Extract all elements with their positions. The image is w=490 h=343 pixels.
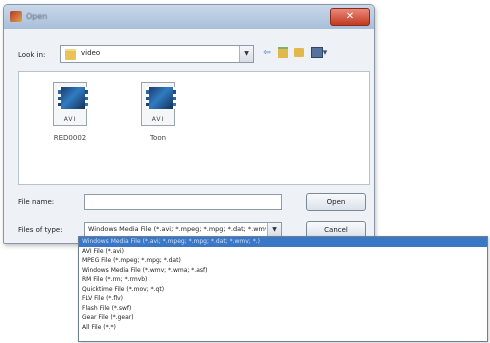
file-item[interactable]: AVI RED0002	[35, 82, 105, 142]
dropdown-option[interactable]: Windows Media File (*.wmv; *.wma; *.asf)	[79, 266, 487, 276]
back-icon[interactable]: ⇦	[260, 46, 274, 60]
dialog-body: Look in: video ▼ ⇦ ▾ AVI RED0002 AVI Too…	[4, 29, 374, 243]
dropdown-option[interactable]: MPEG File (*.mpeg; *.mpg; *.dat)	[79, 256, 487, 266]
file-name: Toon	[149, 134, 167, 142]
video-file-icon: AVI	[53, 82, 88, 126]
video-file-icon: AVI	[141, 82, 176, 126]
file-name-label: File name:	[18, 198, 55, 206]
dropdown-option[interactable]: Windows Media File (*.avi; *.mpeg; *.mpg…	[79, 237, 487, 247]
look-in-value: video	[81, 49, 101, 57]
open-button[interactable]: Open	[306, 193, 366, 211]
chevron-down-icon[interactable]: ▼	[239, 46, 253, 62]
look-in-label: Look in:	[18, 51, 46, 59]
file-type-dropdown[interactable]: Windows Media File (*.avi; *.mpeg; *.mpg…	[78, 236, 488, 342]
open-file-dialog: Open ✕ Look in: video ▼ ⇦ ▾ AVI RED0002	[3, 4, 375, 244]
file-item[interactable]: AVI Toon	[123, 82, 193, 142]
views-menu-icon[interactable]: ▾	[308, 46, 330, 60]
new-folder-icon[interactable]	[292, 46, 306, 60]
file-name-input[interactable]	[84, 194, 282, 210]
chevron-down-icon[interactable]: ▼	[267, 223, 281, 237]
dropdown-option[interactable]: Flash File (*.swf)	[79, 304, 487, 314]
dropdown-option[interactable]: RM File (*.rm; *.rmvb)	[79, 275, 487, 285]
look-in-combo[interactable]: video ▼	[60, 45, 254, 63]
close-button[interactable]: ✕	[330, 8, 370, 26]
dropdown-option[interactable]: Gear File (*.gear)	[79, 313, 487, 323]
window-title: Open	[26, 12, 48, 21]
file-name: RED0002	[53, 134, 87, 142]
file-list[interactable]: AVI RED0002 AVI Toon	[18, 71, 370, 185]
up-folder-icon[interactable]	[276, 46, 290, 60]
folder-icon	[65, 49, 76, 60]
dropdown-option[interactable]: AVI File (*.avi)	[79, 247, 487, 257]
dropdown-option[interactable]: All File (*.*)	[79, 323, 487, 333]
file-type-label: Files of type:	[18, 226, 63, 234]
title-bar[interactable]: Open ✕	[4, 5, 374, 29]
file-type-value: Windows Media File (*.avi; *.mpeg; *.mpg…	[88, 225, 266, 233]
dropdown-option[interactable]: FLV File (*.flv)	[79, 294, 487, 304]
app-icon	[10, 11, 22, 22]
dropdown-option[interactable]: Quicktime File (*.mov; *.qt)	[79, 285, 487, 295]
